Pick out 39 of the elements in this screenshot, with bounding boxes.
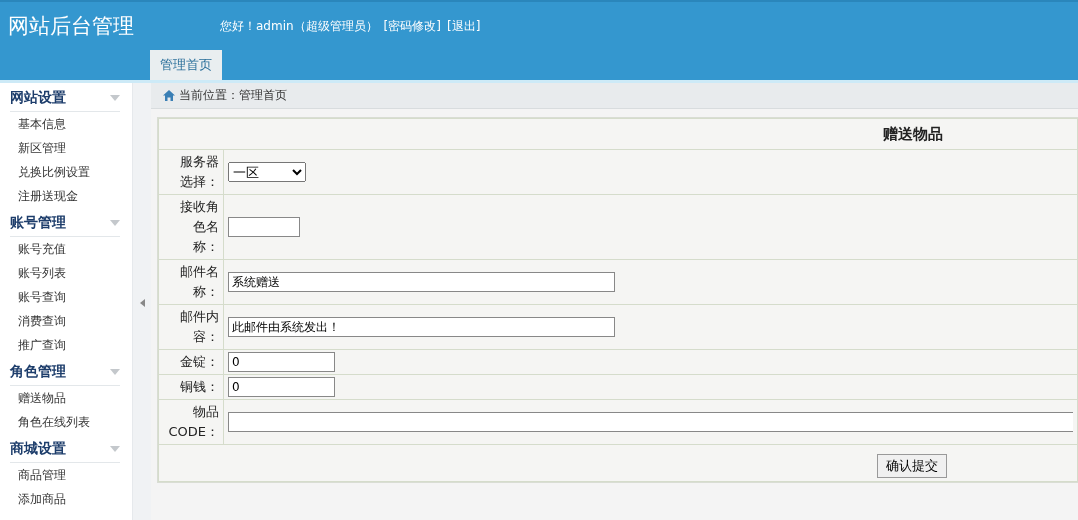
sidebar-item[interactable]: 基本信息 [10,112,132,136]
sidebar-group-header[interactable]: 网站设置 [10,85,120,112]
sidebar-item[interactable]: 商品管理 [10,463,132,487]
sidebar-item[interactable]: 赠送物品 [10,386,132,410]
sidebar-item[interactable]: 角色在线列表 [10,410,132,434]
sidebar-item[interactable]: 推广查询 [10,333,132,357]
field-label: 物品CODE： [167,403,219,441]
field-label: 铜钱： [179,378,219,396]
input-field[interactable]: 0 [228,352,335,372]
field-label: 邮件名称： [179,263,219,301]
collapse-arrow-icon[interactable] [139,299,145,307]
submit-button[interactable]: 确认提交 [877,454,947,478]
sidebar-item[interactable]: 账号充值 [10,237,132,261]
field-label: 邮件内容： [179,308,219,346]
input-field[interactable] [228,217,300,237]
sidebar-item[interactable]: 新区管理 [10,136,132,160]
sidebar-item[interactable]: 账号列表 [10,261,132,285]
greeting-text: 您好！admin（超级管理员） [220,17,378,35]
sidebar-item[interactable]: 兑换比例设置 [10,160,132,184]
home-icon [163,90,175,101]
sidebar-item[interactable]: 添加商品 [10,487,132,511]
sidebar-item[interactable]: 账号查询 [10,285,132,309]
field-label: 金锭： [179,353,219,371]
breadcrumb-text: 当前位置：管理首页 [179,87,287,104]
input-field[interactable]: 此邮件由系统发出！ [228,317,615,337]
site-title: 网站后台管理 [7,13,135,40]
input-field[interactable]: 系统赠送 [228,272,615,292]
sidebar-group-header[interactable]: 角色管理 [10,359,120,386]
tab[interactable]: 管理首页 [150,50,222,80]
sidebar-group-header[interactable]: 账号管理 [10,210,120,237]
input-field[interactable] [228,412,1073,432]
input-field[interactable]: 0 [228,377,335,397]
field-label: 接收角色名称： [179,198,219,256]
server-select[interactable]: 一区 [228,162,306,182]
form-title: 赠送物品 [158,118,1078,150]
sidebar-item[interactable]: 注册送现金 [10,184,132,208]
sidebar-item[interactable]: 消费查询 [10,309,132,333]
field-label: 服务器选择： [179,153,219,191]
sidebar-group-header[interactable]: 商城设置 [10,436,120,463]
